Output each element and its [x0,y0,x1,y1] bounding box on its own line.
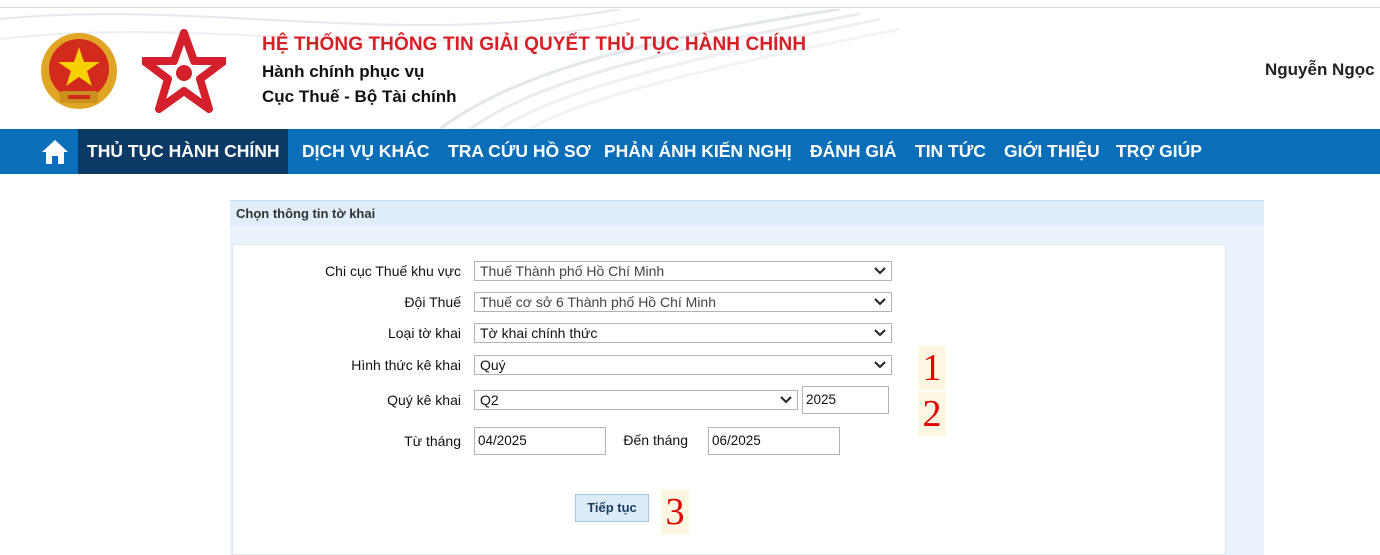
main-nav: THỦ TỤC HÀNH CHÍNH DỊCH VỤ KHÁC TRA CỨU … [0,129,1380,174]
den-thang-label: Đến tháng [623,432,688,448]
loai-to-khai-value: Tờ khai chính thức [480,325,598,341]
loai-to-khai-select[interactable]: Tờ khai chính thức [474,323,892,343]
quy-ke-khai-select[interactable]: Q2 [474,390,798,410]
hinh-thuc-select[interactable]: Quý [474,355,892,375]
header-swoosh-decoration [0,9,900,129]
doi-thue-value: Thuế cơ sở 6 Thành phố Hồ Chí Minh [480,294,717,310]
quy-ke-khai-label: Quý kê khai [387,392,461,408]
service-star-logo-icon [142,29,226,113]
doi-thue-label: Đội Thuế [404,294,461,310]
system-subtitle: Hành chính phục vụ [262,62,425,81]
quy-ke-khai-value: Q2 [480,392,499,408]
hinh-thuc-value: Quý [480,357,506,373]
nav-item-tro-giup[interactable]: TRỢ GIÚP [1116,129,1202,174]
nav-item-phan-anh-kien-nghi[interactable]: PHẢN ÁNH KIẾN NGHỊ [604,129,792,174]
national-emblem-icon [41,33,117,109]
tu-thang-label: Từ tháng [404,433,461,449]
panel-title: Chọn thông tin tờ khai [236,206,376,221]
continue-button[interactable]: Tiếp tục [575,494,649,522]
annotation-number-2: 2 [918,392,946,436]
chi-cuc-select[interactable]: Thuế Thành phố Hồ Chí Minh [474,261,892,281]
chevron-down-icon [874,298,886,306]
den-thang-input[interactable]: 06/2025 [708,427,840,455]
year-input[interactable]: 2025 [802,386,889,414]
chi-cuc-label: Chi cục Thuế khu vực [325,263,461,279]
system-title: HỆ THỐNG THÔNG TIN GIẢI QUYẾT THỦ TỤC HÀ… [262,34,807,55]
nav-item-danh-gia[interactable]: ĐÁNH GIÁ [810,129,897,174]
doi-thue-select[interactable]: Thuế cơ sở 6 Thành phố Hồ Chí Minh [474,292,892,312]
nav-item-thu-tuc-hanh-chinh[interactable]: THỦ TỤC HÀNH CHÍNH [78,129,289,174]
chevron-down-icon [874,267,886,275]
annotation-number-1: 1 [918,346,946,390]
chevron-down-icon [874,329,886,337]
home-icon[interactable] [40,138,70,166]
user-name[interactable]: Nguyễn Ngọc [1265,60,1375,80]
nav-item-gioi-thieu[interactable]: GIỚI THIỆU [1004,129,1100,174]
chevron-down-icon [874,361,886,369]
agency-name: Cục Thuế - Bộ Tài chính [262,87,457,106]
declaration-panel: Chọn thông tin tờ khai [230,200,1264,555]
hinh-thuc-label: Hình thức kê khai [351,357,461,373]
nav-item-dich-vu-khac[interactable]: DỊCH VỤ KHÁC [302,129,429,174]
nav-item-tra-cuu-ho-so[interactable]: TRA CỨU HỒ SƠ [448,129,591,174]
site-header: HỆ THỐNG THÔNG TIN GIẢI QUYẾT THỦ TỤC HÀ… [0,9,1380,129]
tu-thang-input[interactable]: 04/2025 [474,427,606,455]
chi-cuc-value: Thuế Thành phố Hồ Chí Minh [480,263,665,279]
nav-item-tin-tuc[interactable]: TIN TỨC [915,129,986,174]
annotation-number-3: 3 [661,490,689,534]
panel-header: Chọn thông tin tờ khai [230,200,1264,226]
top-border [0,0,1380,8]
loai-to-khai-label: Loại tờ khai [387,325,461,341]
chevron-down-icon [780,396,792,404]
